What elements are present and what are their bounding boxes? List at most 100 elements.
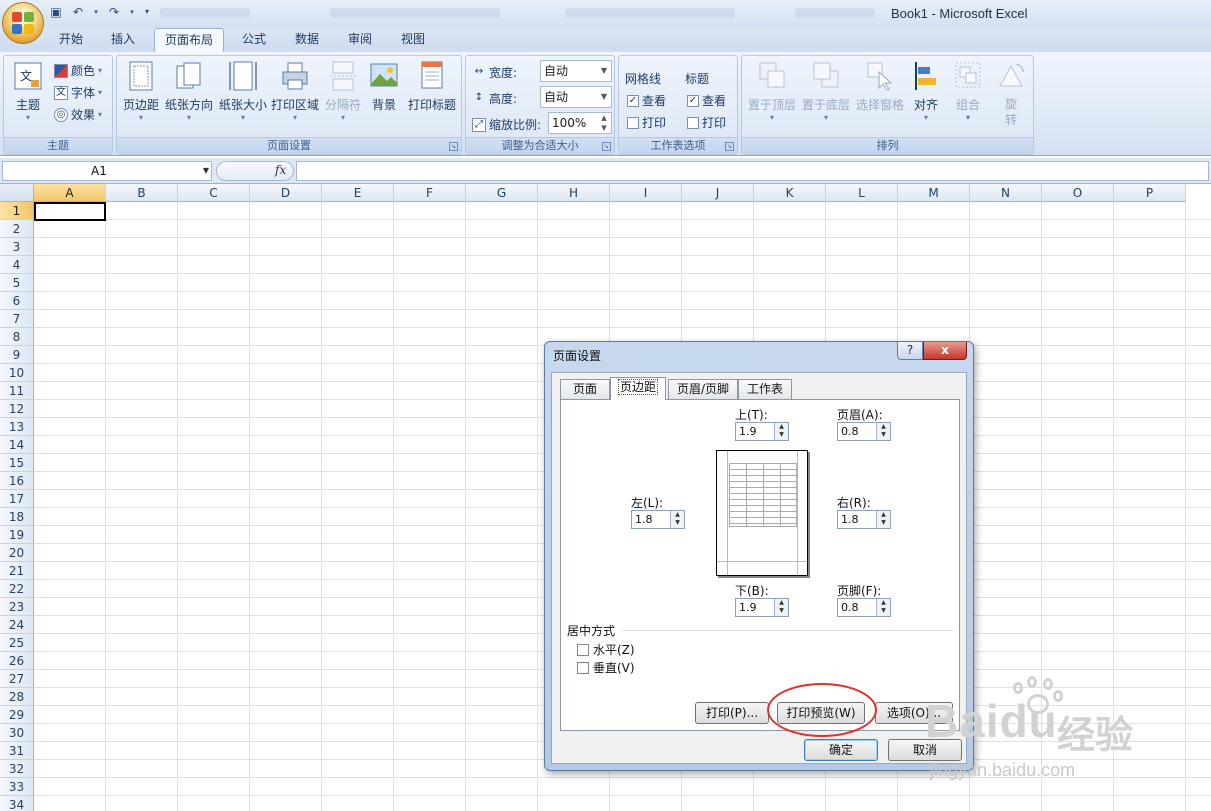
tab-insert[interactable]: 插入 — [100, 28, 146, 52]
tab-page-layout[interactable]: 页面布局 — [154, 28, 224, 52]
dialog-tab-sheet[interactable]: 工作表 — [738, 379, 792, 399]
center-vertical-checkbox[interactable]: 垂直(V) — [577, 659, 635, 676]
dialog-launcher-icon[interactable]: ↘ — [449, 142, 458, 151]
breaks-button[interactable]: 分隔符 ▾ — [321, 60, 365, 123]
row-header-11[interactable]: 11 — [0, 382, 34, 400]
undo-dropdown-icon[interactable]: ▾ — [92, 4, 100, 20]
row-header-29[interactable]: 29 — [0, 706, 34, 724]
row-header-22[interactable]: 22 — [0, 580, 34, 598]
orientation-button[interactable]: 纸张方向 ▾ — [163, 60, 215, 123]
footer-margin-spinner[interactable]: 0.8 ▲ ▼ — [837, 598, 891, 617]
right-margin-spinner[interactable]: 1.8 ▲ ▼ — [837, 510, 891, 529]
row-header-3[interactable]: 3 — [0, 238, 34, 256]
ok-button[interactable]: 确定 — [804, 739, 878, 761]
column-header-e[interactable]: E — [322, 184, 394, 202]
column-header-b[interactable]: B — [106, 184, 178, 202]
print-area-button[interactable]: 打印区域 ▾ — [269, 60, 321, 123]
column-header-d[interactable]: D — [250, 184, 322, 202]
dialog-tab-margins[interactable]: 页边距 — [610, 377, 666, 400]
spinner-arrows-icon[interactable]: ▲ ▼ — [774, 423, 788, 440]
top-margin-spinner[interactable]: 1.9 ▲ ▼ — [735, 422, 789, 441]
row-header-28[interactable]: 28 — [0, 688, 34, 706]
spinner-arrows-icon[interactable]: ▲ ▼ — [876, 599, 890, 616]
formula-input[interactable] — [296, 161, 1209, 181]
row-header-23[interactable]: 23 — [0, 598, 34, 616]
row-header-8[interactable]: 8 — [0, 328, 34, 346]
tab-formulas[interactable]: 公式 — [231, 28, 277, 52]
help-button[interactable]: ? — [897, 342, 923, 360]
themes-button[interactable]: 文 主题 ▾ — [8, 60, 48, 123]
row-header-24[interactable]: 24 — [0, 616, 34, 634]
row-header-30[interactable]: 30 — [0, 724, 34, 742]
size-button[interactable]: 纸张大小 ▾ — [217, 60, 269, 123]
row-header-33[interactable]: 33 — [0, 778, 34, 796]
dialog-launcher-icon[interactable]: ↘ — [725, 142, 734, 151]
row-header-31[interactable]: 31 — [0, 742, 34, 760]
dialog-launcher-icon[interactable]: ↘ — [602, 142, 611, 151]
tab-review[interactable]: 审阅 — [337, 28, 383, 52]
column-header-h[interactable]: H — [538, 184, 610, 202]
spinner-arrows-icon[interactable]: ▲ ▼ — [670, 511, 684, 528]
send-to-back-button[interactable]: 置于底层 ▾ — [800, 60, 852, 123]
spinner-arrows-icon[interactable]: ▲ ▼ — [774, 599, 788, 616]
dialog-tab-page[interactable]: 页面 — [560, 379, 610, 399]
background-button[interactable]: 背景 — [365, 60, 403, 113]
spinner-arrows-icon[interactable]: ▲ ▼ — [876, 511, 890, 528]
row-header-17[interactable]: 17 — [0, 490, 34, 508]
row-header-16[interactable]: 16 — [0, 472, 34, 490]
customize-qat-icon[interactable]: ▾ — [142, 4, 152, 20]
align-button[interactable]: 对齐 ▾ — [908, 60, 944, 123]
headings-print-checkbox[interactable]: 打印 — [687, 114, 726, 131]
column-header-i[interactable]: I — [610, 184, 682, 202]
theme-fonts-button[interactable]: 文字体 ▾ — [54, 84, 102, 101]
center-horizontal-checkbox[interactable]: 水平(Z) — [577, 641, 635, 658]
theme-effects-button[interactable]: ◎ 效果 ▾ — [54, 106, 102, 123]
gridlines-view-checkbox[interactable]: ✓ 查看 — [627, 92, 666, 109]
bring-to-front-button[interactable]: 置于顶层 ▾ — [746, 60, 798, 123]
row-header-4[interactable]: 4 — [0, 256, 34, 274]
row-header-26[interactable]: 26 — [0, 652, 34, 670]
row-header-10[interactable]: 10 — [0, 364, 34, 382]
height-select[interactable]: 自动 ▼ — [540, 86, 612, 108]
column-header-p[interactable]: P — [1114, 184, 1186, 202]
column-header-f[interactable]: F — [394, 184, 466, 202]
rotate-button[interactable]: 旋转 — [992, 60, 1030, 128]
column-header-n[interactable]: N — [970, 184, 1042, 202]
row-header-9[interactable]: 9 — [0, 346, 34, 364]
row-header-27[interactable]: 27 — [0, 670, 34, 688]
column-header-j[interactable]: J — [682, 184, 754, 202]
name-box[interactable]: A1 ▼ — [2, 161, 212, 181]
row-header-19[interactable]: 19 — [0, 526, 34, 544]
column-header-c[interactable]: C — [178, 184, 250, 202]
row-header-32[interactable]: 32 — [0, 760, 34, 778]
width-select[interactable]: 自动 ▼ — [540, 60, 612, 82]
row-header-21[interactable]: 21 — [0, 562, 34, 580]
column-header-k[interactable]: K — [754, 184, 826, 202]
save-icon[interactable]: ▣ — [48, 4, 64, 20]
close-button[interactable]: x — [923, 342, 967, 360]
column-header-m[interactable]: M — [898, 184, 970, 202]
row-header-2[interactable]: 2 — [0, 220, 34, 238]
bottom-margin-spinner[interactable]: 1.9 ▲ ▼ — [735, 598, 789, 617]
tab-view[interactable]: 视图 — [390, 28, 436, 52]
column-header-g[interactable]: G — [466, 184, 538, 202]
gridlines-print-checkbox[interactable]: 打印 — [627, 114, 666, 131]
headings-view-checkbox[interactable]: ✓ 查看 — [687, 92, 726, 109]
left-margin-spinner[interactable]: 1.8 ▲ ▼ — [631, 510, 685, 529]
tab-home[interactable]: 开始 — [48, 28, 94, 52]
group-objects-button[interactable]: 组合 ▾ — [948, 60, 988, 123]
active-cell-a1[interactable] — [34, 202, 106, 221]
spinner-arrows-icon[interactable]: ▲ ▼ — [876, 423, 890, 440]
row-header-14[interactable]: 14 — [0, 436, 34, 454]
row-header-7[interactable]: 7 — [0, 310, 34, 328]
row-header-20[interactable]: 20 — [0, 544, 34, 562]
undo-icon[interactable]: ↶ — [70, 4, 86, 20]
theme-colors-button[interactable]: 颜色 ▾ — [54, 62, 102, 79]
row-header-34[interactable]: 34 — [0, 796, 34, 811]
row-header-15[interactable]: 15 — [0, 454, 34, 472]
print-button[interactable]: 打印(P)... — [695, 702, 769, 724]
row-header-1[interactable]: 1 — [0, 202, 34, 220]
row-header-5[interactable]: 5 — [0, 274, 34, 292]
select-all-button[interactable] — [0, 184, 34, 202]
row-header-25[interactable]: 25 — [0, 634, 34, 652]
